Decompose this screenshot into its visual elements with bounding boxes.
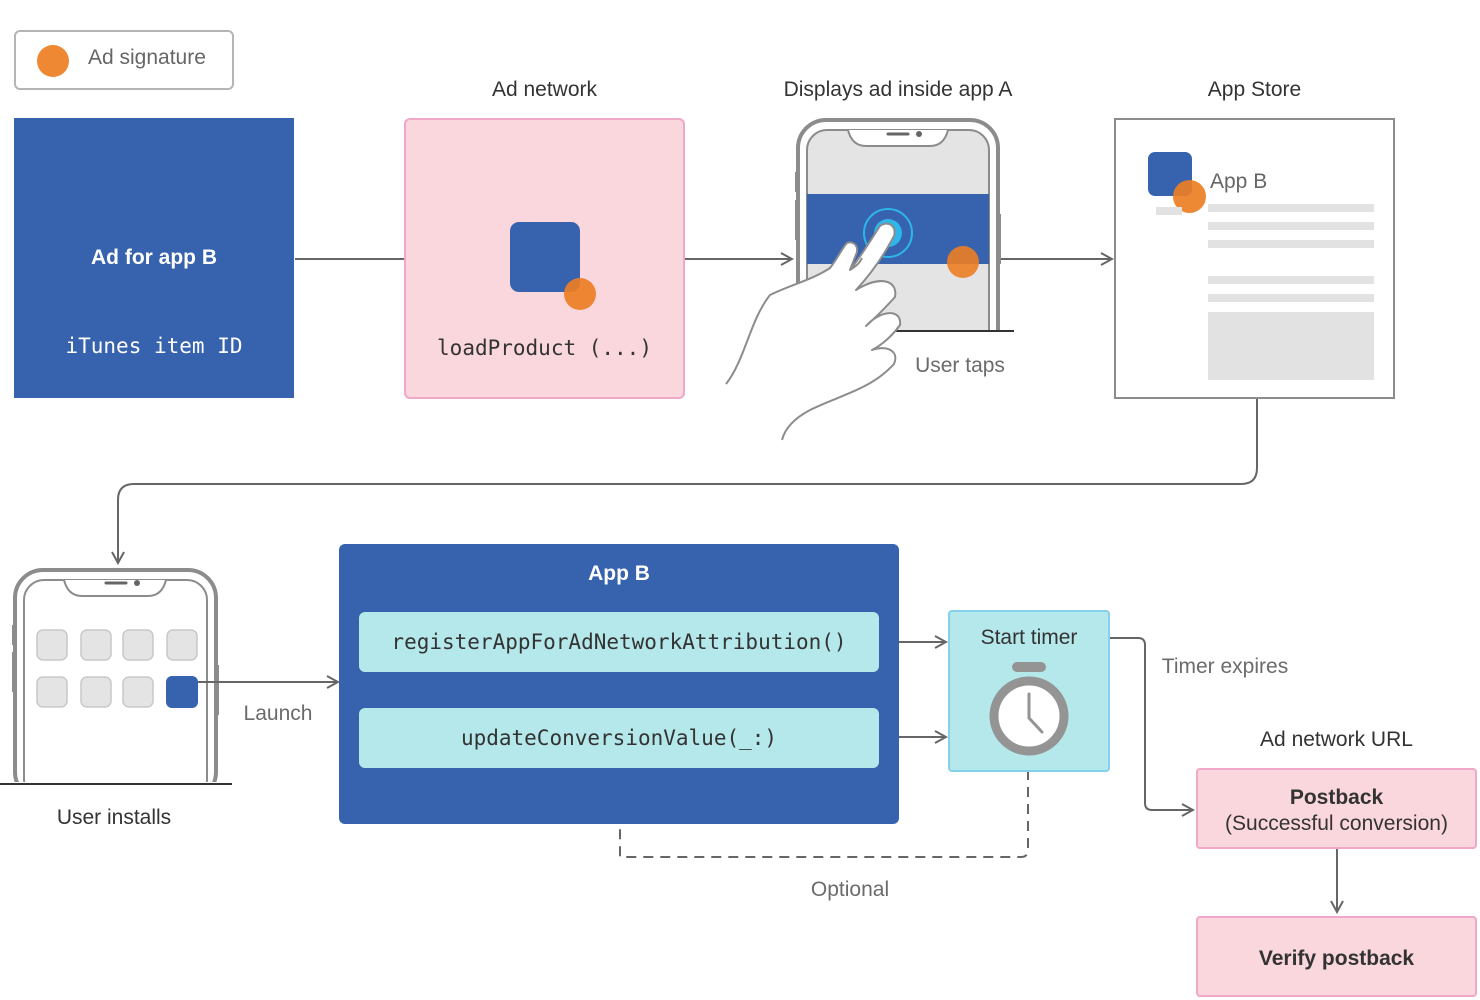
launch-label: Launch bbox=[243, 702, 313, 725]
verify-postback-box: Verify postback bbox=[1196, 916, 1477, 997]
postback-box: Postback (Successful conversion) bbox=[1196, 768, 1477, 849]
ad-title: Ad for app B bbox=[91, 246, 217, 269]
optional-label: Optional bbox=[810, 878, 890, 901]
phone-home-screen-illustration bbox=[0, 568, 240, 812]
user-installs-caption: User installs bbox=[56, 806, 172, 829]
ad-network-heading: Ad network bbox=[491, 78, 598, 101]
app-icon-placeholder bbox=[80, 629, 112, 661]
placeholder-bar bbox=[1208, 276, 1374, 284]
app-icon-placeholder bbox=[122, 676, 154, 708]
start-timer-box: Start timer bbox=[948, 610, 1110, 772]
placeholder-screenshot bbox=[1208, 312, 1374, 380]
ad-id-label: iTunes item ID bbox=[65, 334, 243, 358]
placeholder-bar bbox=[1208, 294, 1374, 302]
app-icon-placeholder bbox=[122, 629, 154, 661]
display-heading: Displays ad inside app A bbox=[783, 78, 1013, 101]
app-b-title: App B bbox=[588, 562, 650, 585]
postback-title: Postback bbox=[1289, 786, 1384, 809]
app-icon-placeholder bbox=[36, 676, 68, 708]
ad-box: Ad for app B iTunes item ID bbox=[14, 118, 294, 398]
verify-postback-title: Verify postback bbox=[1258, 947, 1415, 970]
signature-dot-icon bbox=[37, 45, 69, 77]
postback-subtitle: (Successful conversion) bbox=[1225, 812, 1448, 835]
signature-dot-icon bbox=[564, 278, 596, 310]
ad-network-url-heading: Ad network URL bbox=[1260, 728, 1413, 751]
app-store-app-name: App B bbox=[1210, 170, 1268, 193]
stopwatch-icon bbox=[989, 662, 1069, 756]
timer-expires-label: Timer expires bbox=[1161, 655, 1289, 678]
register-method: registerAppForAdNetworkAttribution() bbox=[359, 612, 879, 672]
load-product-call: loadProduct (...) bbox=[437, 336, 652, 360]
placeholder-bar bbox=[1208, 204, 1374, 212]
ad-network-box: loadProduct (...) bbox=[404, 118, 685, 399]
placeholder-bar bbox=[1208, 222, 1374, 230]
legend: Ad signature bbox=[14, 30, 234, 90]
update-conversion-method: updateConversionValue(_:) bbox=[359, 708, 879, 768]
placeholder-bar bbox=[1156, 207, 1182, 215]
arrow-store-to-install bbox=[118, 397, 1258, 563]
user-taps-caption: User taps bbox=[915, 354, 1005, 377]
timer-label: Start timer bbox=[980, 626, 1078, 649]
app-b-container: App B registerAppForAdNetworkAttribution… bbox=[339, 544, 899, 824]
legend-label: Ad signature bbox=[88, 46, 206, 69]
app-store-heading: App Store bbox=[1207, 78, 1302, 101]
app-b-icon bbox=[166, 676, 198, 708]
app-icon-placeholder bbox=[166, 629, 198, 661]
app-icon-placeholder bbox=[36, 629, 68, 661]
placeholder-bar bbox=[1208, 240, 1374, 248]
app-store-page: App B bbox=[1114, 118, 1395, 399]
app-icon-placeholder bbox=[80, 676, 112, 708]
